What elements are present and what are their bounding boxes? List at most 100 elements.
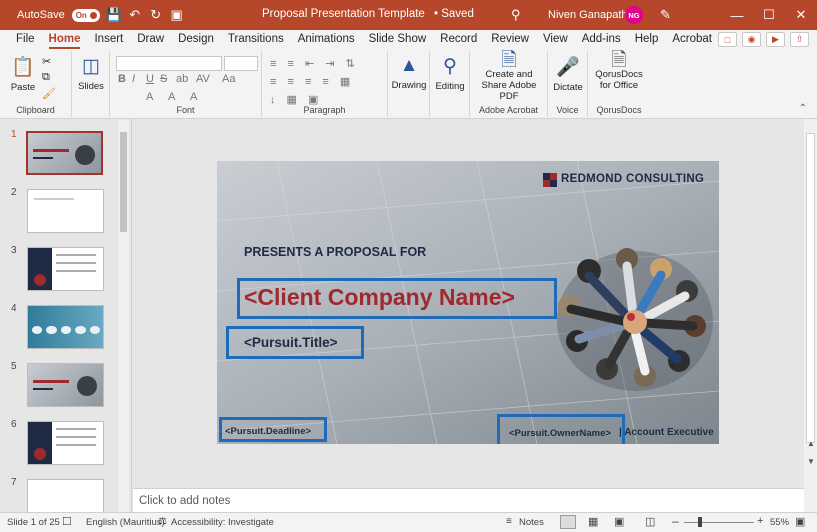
tab-home[interactable]: Home: [42, 30, 88, 49]
find-icon: ⚲: [443, 56, 457, 77]
slide-scrollbar[interactable]: ▲ ▼: [804, 119, 817, 512]
notes-button[interactable]: Notes: [519, 517, 544, 528]
editing-button[interactable]: ⚲ Editing: [431, 55, 469, 92]
paragraph-group: ≡ ≡ ⇤ ⇥ ⇅ ≡ ≡ ≡ ≡ ▦ ↓ ▦ ▣ Paragraph: [262, 51, 388, 117]
copy-icon[interactable]: ⧉: [42, 71, 50, 84]
present-teams-icon[interactable]: ▶: [766, 32, 785, 47]
comments-icon[interactable]: □: [718, 32, 737, 47]
maximize-button[interactable]: ☐: [753, 0, 785, 30]
redo-icon[interactable]: ↻: [149, 7, 163, 22]
normal-view-icon[interactable]: [560, 515, 576, 529]
create-pdf-button[interactable]: 🗎 Create and Share Adobe PDF: [472, 51, 546, 102]
tab-animations[interactable]: Animations: [291, 30, 362, 49]
pursuit-title-placeholder[interactable]: <Pursuit.Title>: [244, 335, 338, 350]
slides-button[interactable]: ◫ Slides: [76, 55, 106, 92]
slide-thumbnail-2[interactable]: [27, 189, 104, 233]
collapse-ribbon-icon[interactable]: ⌃: [799, 103, 807, 114]
accessibility-status[interactable]: Accessibility: Investigate: [171, 517, 274, 528]
zoom-level[interactable]: 55%: [770, 517, 789, 528]
thumbnail-number: 2: [11, 187, 17, 198]
qorus-icon: 🗎: [611, 50, 627, 71]
tab-transitions[interactable]: Transitions: [221, 30, 291, 49]
zoom-in-icon[interactable]: +: [757, 515, 763, 527]
client-name-placeholder[interactable]: <Client Company Name>: [244, 284, 515, 311]
document-title[interactable]: Proposal Presentation Template • Saved: [262, 8, 474, 20]
paste-button[interactable]: 📋 Paste: [8, 55, 38, 93]
slide-thumbnail-1[interactable]: [26, 131, 103, 175]
voice-group: 🎤 Dictate Voice: [548, 51, 588, 117]
autosave-toggle[interactable]: On: [71, 8, 100, 22]
tab-acrobat[interactable]: Acrobat: [665, 30, 719, 49]
slideshow-view-icon[interactable]: ◫: [645, 515, 655, 528]
share-icon[interactable]: ⇧: [790, 32, 809, 47]
qorus-group: 🗎 QorusDocs for Office QorusDocs: [588, 51, 650, 117]
tab-insert[interactable]: Insert: [87, 30, 130, 49]
close-button[interactable]: ✕: [785, 0, 817, 30]
doc-name: Proposal Presentation Template: [262, 8, 425, 20]
tab-review[interactable]: Review: [484, 30, 536, 49]
slide-thumbnail-5[interactable]: [27, 363, 104, 407]
slide-counter[interactable]: Slide 1 of 25: [7, 517, 60, 528]
format-button-2[interactable]: U: [146, 73, 154, 85]
owner-placeholder[interactable]: <Pursuit.OwnerName>: [509, 428, 611, 439]
format-button-7[interactable]: A: [146, 91, 153, 103]
notes-icon: ≡: [506, 516, 512, 527]
minimize-button[interactable]: —: [721, 0, 753, 30]
format-button-4[interactable]: ab: [176, 73, 188, 85]
slide-canvas[interactable]: REDMOND CONSULTING PRESENTS A PROPOSAL F…: [217, 161, 719, 444]
zoom-slider-track[interactable]: [684, 522, 754, 523]
format-button-1[interactable]: I: [132, 73, 135, 85]
font-size-select[interactable]: [224, 56, 258, 71]
search-icon[interactable]: ⚲: [511, 7, 521, 23]
list-buttons[interactable]: ≡ ≡ ⇤ ⇥ ⇅: [270, 57, 359, 70]
format-button-5[interactable]: AV: [196, 73, 210, 85]
pen-icon[interactable]: ✎: [660, 7, 671, 23]
slide-thumbnail-3[interactable]: [27, 247, 104, 291]
notes-pane[interactable]: Click to add notes: [133, 488, 804, 512]
fit-to-window-icon[interactable]: ▣: [795, 515, 805, 528]
title-bar: AutoSave On 💾 ↶ ↻ ▣ Proposal Presentatio…: [0, 0, 817, 30]
avatar[interactable]: NG: [625, 6, 643, 24]
tab-record[interactable]: Record: [433, 30, 484, 49]
cut-icon[interactable]: ✂: [42, 55, 51, 68]
format-painter-icon[interactable]: 🖌: [42, 87, 56, 100]
format-button-8[interactable]: A: [168, 91, 175, 103]
tab-design[interactable]: Design: [171, 30, 221, 49]
slide-sorter-icon[interactable]: ▦: [588, 515, 598, 528]
undo-icon[interactable]: ↶: [128, 7, 142, 22]
format-button-0[interactable]: B: [118, 73, 126, 85]
format-button-3[interactable]: S: [160, 73, 167, 85]
zoom-slider-thumb[interactable]: [698, 517, 702, 527]
next-slide-icon[interactable]: ▼: [807, 457, 815, 466]
save-icon[interactable]: 💾: [106, 7, 122, 22]
format-button-9[interactable]: A: [190, 91, 197, 103]
tab-file[interactable]: File: [9, 30, 42, 49]
zoom-out-icon[interactable]: –: [672, 514, 679, 528]
presents-heading[interactable]: PRESENTS A PROPOSAL FOR: [244, 245, 426, 259]
align-buttons[interactable]: ≡ ≡ ≡ ≡ ▦: [270, 75, 354, 88]
slide-thumbnail-7[interactable]: [27, 479, 104, 513]
language-indicator[interactable]: English (Mauritius): [86, 517, 165, 528]
record-icon[interactable]: ◉: [742, 32, 761, 47]
tab-slide-show[interactable]: Slide Show: [362, 30, 434, 49]
dictate-button[interactable]: 🎤 Dictate: [549, 55, 587, 93]
font-label: Font: [176, 105, 195, 115]
logo-text: REDMOND CONSULTING: [561, 173, 705, 185]
present-icon[interactable]: ▣: [170, 7, 184, 22]
thumbnail-scrollbar[interactable]: [118, 120, 129, 512]
tab-help[interactable]: Help: [628, 30, 666, 49]
reading-view-icon[interactable]: ▣: [614, 515, 624, 528]
slide-thumbnail-4[interactable]: [27, 305, 104, 349]
tab-view[interactable]: View: [536, 30, 575, 49]
slide-thumbnail-6[interactable]: [27, 421, 104, 465]
format-button-6[interactable]: Aa: [222, 73, 235, 85]
drawing-button[interactable]: ▲ Drawing: [390, 55, 428, 91]
prev-slide-icon[interactable]: ▲: [807, 439, 815, 448]
role-text[interactable]: | Account Executive: [619, 427, 714, 438]
font-family-select[interactable]: [116, 56, 222, 71]
tab-draw[interactable]: Draw: [130, 30, 171, 49]
tab-add-ins[interactable]: Add-ins: [575, 30, 628, 49]
spellcheck-icon[interactable]: ☐: [62, 515, 72, 528]
deadline-placeholder[interactable]: <Pursuit.Deadline>: [225, 426, 311, 437]
qorusdocs-button[interactable]: 🗎 QorusDocs for Office: [590, 50, 648, 91]
